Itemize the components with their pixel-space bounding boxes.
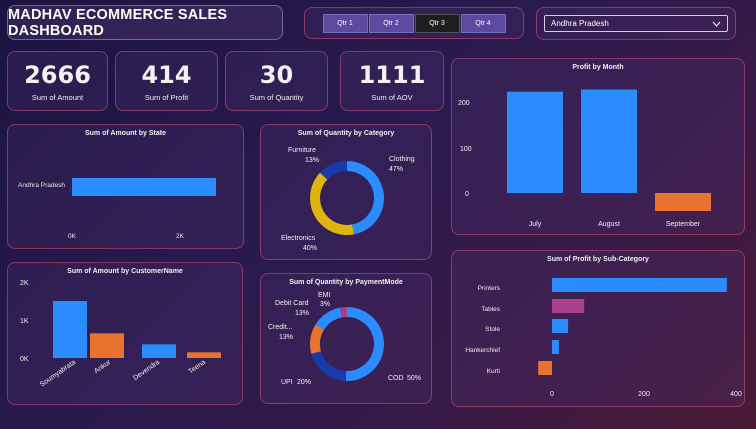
amount-by-state-title: Sum of Amount by State xyxy=(84,130,167,137)
qtr-2-button[interactable]: Qtr 2 xyxy=(368,13,414,33)
customer-label-devendra: Devendra xyxy=(132,359,161,382)
month-ytick-100: 100 xyxy=(460,146,472,153)
payment-label-emi: EMI xyxy=(318,292,331,299)
profit-by-subcategory-chart: Sum of Profit by Sub-Category Printers T… xyxy=(451,250,745,407)
month-ytick-0: 0 xyxy=(465,191,469,198)
category-pct-electronics: 40% xyxy=(303,245,317,252)
kpi-aov-label: Sum of AOV xyxy=(371,92,413,102)
amount-by-customer-chart: Sum of Amount by CustomerName 2K 1K 0K S… xyxy=(7,262,243,405)
payment-donut-svg: EMI 3% Debit Card 13% Credit... 13% UPI … xyxy=(268,292,421,386)
subcat-xtick-200: 200 xyxy=(638,391,650,398)
state-bar[interactable] xyxy=(72,178,216,196)
customer-svg: 2K 1K 0K Soumyabrata Ankur Devendra Teen… xyxy=(20,280,221,389)
kpi-profit-label: Sum of Profit xyxy=(144,92,189,102)
qtr-3-button[interactable]: Qtr 3 xyxy=(414,13,460,33)
payment-pct-upi: 20% xyxy=(297,379,311,386)
customer-ytick-2k: 2K xyxy=(20,280,29,287)
kpi-aov-value: 1111 xyxy=(358,60,426,89)
state-category-label: Andhra Pradesh xyxy=(18,182,65,189)
month-ytick-200: 200 xyxy=(458,100,470,107)
customer-label-teena: Teena xyxy=(188,359,208,376)
subcat-label-printers: Printers xyxy=(478,285,501,292)
kpi-profit-value: 414 xyxy=(141,60,192,89)
payment-pct-cod: 50% xyxy=(407,375,421,382)
qtr-4-button[interactable]: Qtr 4 xyxy=(460,13,506,33)
subcat-xtick-400: 400 xyxy=(730,391,742,398)
month-label-september: September xyxy=(666,221,701,228)
kpi-quantity-value: 30 xyxy=(259,60,294,89)
category-label-furniture: Furniture xyxy=(288,147,316,154)
state-xtick-0: 0K xyxy=(68,233,76,240)
customer-bar-ankur[interactable] xyxy=(90,333,124,358)
category-label-electronics: Electronics xyxy=(281,235,316,242)
kpi-amount-value: 2666 xyxy=(24,60,91,89)
payment-slice-upi[interactable] xyxy=(311,351,347,381)
kpi-card-profit: 414 Sum of Profit xyxy=(115,51,218,111)
month-label-august: August xyxy=(598,221,620,228)
state-dropdown-value: Andhra Pradesh xyxy=(551,19,609,28)
payment-pct-emi: 3% xyxy=(320,301,330,308)
category-pct-furniture: 13% xyxy=(305,157,319,164)
month-bar-september[interactable] xyxy=(655,193,711,211)
quantity-by-category-chart: Sum of Quantity by Category Furniture 13… xyxy=(260,124,432,260)
subcat-bar-kurti[interactable] xyxy=(538,361,552,375)
quarter-slicer: Qtr 1 Qtr 2 Qtr 3 Qtr 4 xyxy=(304,7,524,39)
payment-label-debit: Debit Card xyxy=(275,300,309,307)
customer-bar-soumyabrata[interactable] xyxy=(53,301,87,358)
payment-label-credit: Credit... xyxy=(268,324,293,331)
payment-slice-debitcard[interactable] xyxy=(315,307,342,330)
subcat-label-kurti: Kurti xyxy=(487,368,500,375)
profit-month-svg: 200 100 0 July August September xyxy=(458,89,711,228)
state-slicer: Andhra Pradesh xyxy=(536,7,736,40)
dashboard-title: MADHAV ECOMMERCE SALES DASHBOARD xyxy=(8,6,228,39)
category-label-clothing: Clothing xyxy=(389,156,415,163)
subcat-bar-printers[interactable] xyxy=(552,278,727,292)
subcat-bar-stole[interactable] xyxy=(552,319,569,333)
payment-label-cod: COD xyxy=(388,375,404,382)
profit-by-month-chart: Profit by Month 200 100 0 July August Se… xyxy=(451,58,745,235)
payment-pct-debit: 13% xyxy=(295,310,309,317)
subcat-label-stole: Stole xyxy=(485,326,500,333)
subcat-xtick-0: 0 xyxy=(550,391,554,398)
state-xtick-1: 2K xyxy=(176,233,184,240)
kpi-amount-label: Sum of Amount xyxy=(31,92,84,102)
payment-label-upi: UPI xyxy=(281,379,293,386)
month-label-july: July xyxy=(529,221,542,228)
payment-slice-credit[interactable] xyxy=(310,324,325,354)
customer-ytick-0k: 0K xyxy=(20,356,29,363)
customer-label-ankur: Ankur xyxy=(93,359,113,376)
category-donut-svg: Furniture 13% Clothing 47% Electronics 4… xyxy=(281,147,415,252)
amount-by-state-chart: Sum of Amount by State Andhra Pradesh 0K… xyxy=(7,124,244,249)
quantity-by-payment-chart: Sum of Quantity by PaymentMode EMI 3% De… xyxy=(260,273,432,404)
subcat-bar-tables[interactable] xyxy=(552,299,585,313)
subcategory-svg: Printers Tables Stole Hankerchief Kurti … xyxy=(465,278,742,398)
category-pct-clothing: 47% xyxy=(389,166,403,173)
subcat-bar-hankerchief[interactable] xyxy=(552,340,559,354)
qtr-1-button[interactable]: Qtr 1 xyxy=(322,13,368,33)
subcat-label-hankerchief: Hankerchief xyxy=(465,347,500,354)
dashboard-title-card: MADHAV ECOMMERCE SALES DASHBOARD xyxy=(7,5,283,40)
customer-bar-devendra[interactable] xyxy=(142,344,176,358)
customer-bar-teena[interactable] xyxy=(187,352,221,358)
payment-pct-credit: 13% xyxy=(279,334,293,341)
kpi-quantity-label: Sum of Quantity xyxy=(249,92,304,102)
kpi-card-quantity: 30 Sum of Quantity xyxy=(225,51,328,111)
month-bar-august[interactable] xyxy=(581,89,637,194)
subcat-label-tables: Tables xyxy=(481,306,501,313)
month-bar-july[interactable] xyxy=(507,91,563,193)
customer-ytick-1k: 1K xyxy=(20,318,29,325)
customer-label-soumyabrata: Soumyabrata xyxy=(39,359,77,389)
kpi-card-amount: 2666 Sum of Amount xyxy=(7,51,108,111)
payment-slice-cod[interactable] xyxy=(345,307,384,381)
kpi-card-aov: 1111 Sum of AOV xyxy=(340,51,444,111)
category-slice-clothing[interactable] xyxy=(347,161,384,235)
state-dropdown[interactable]: Andhra Pradesh xyxy=(544,15,728,32)
category-slice-electronics[interactable] xyxy=(310,172,354,235)
chevron-down-icon xyxy=(712,21,721,27)
